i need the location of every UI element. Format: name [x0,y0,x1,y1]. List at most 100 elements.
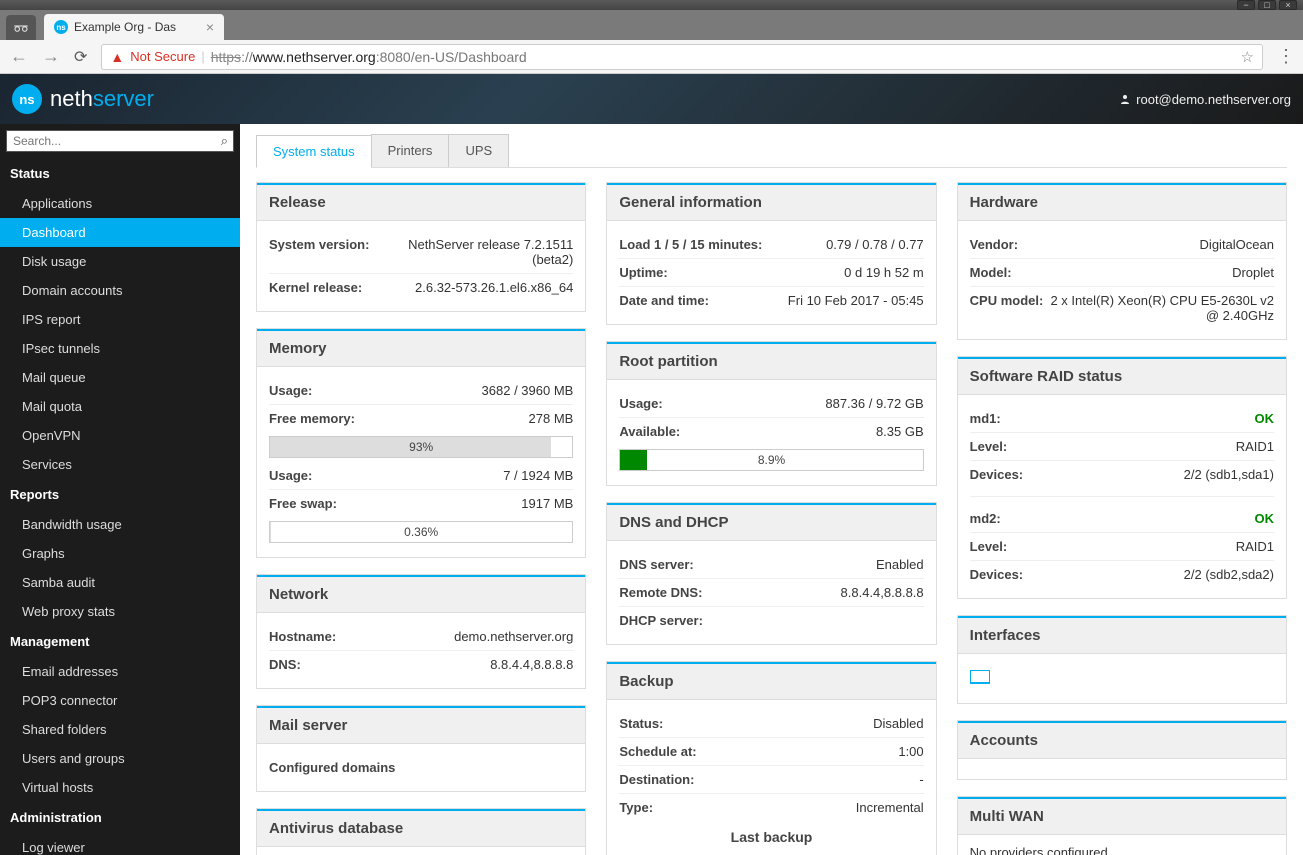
row-label: Available: [619,424,680,439]
panel-multi-wan: Multi WAN No providers configured [957,796,1287,855]
nav-item-mail-quota[interactable]: Mail quota [0,392,240,421]
browser-tab[interactable]: ns Example Org - Das × [44,14,224,40]
search-input[interactable] [6,130,234,152]
interface-icon [970,670,990,684]
info-row: DHCP server: [619,606,923,634]
panel-title: Software RAID status [958,357,1286,395]
row-value: - [919,772,923,787]
row-label: Schedule at: [619,744,696,759]
tab-system-status[interactable]: System status [256,135,372,168]
reload-button[interactable]: ⟳ [74,47,87,67]
multiwan-text: No providers configured [970,845,1274,855]
nav-item-users-and-groups[interactable]: Users and groups [0,744,240,773]
nav-item-dashboard[interactable]: Dashboard [0,218,240,247]
progress-label: 93% [270,437,572,457]
row-label: Type: [619,800,653,815]
nav-item-ips-report[interactable]: IPS report [0,305,240,334]
row-label: Usage: [269,383,312,398]
panel-backup: Backup Status: Disabled Schedule at: 1:0… [606,661,936,855]
row-value: demo.nethserver.org [454,629,573,644]
nav-item-email-addresses[interactable]: Email addresses [0,657,240,686]
panel-network: Network Hostname: demo.nethserver.org DN… [256,574,586,689]
nav-item-graphs[interactable]: Graphs [0,539,240,568]
favicon-icon: ns [54,20,68,34]
panel-hardware: Hardware Vendor: DigitalOcean Model: Dro… [957,182,1287,340]
panel-title: Root partition [607,342,935,380]
row-value: 1917 MB [521,496,573,511]
raid-status: OK [1254,511,1274,526]
nav-item-ipsec-tunnels[interactable]: IPsec tunnels [0,334,240,363]
forward-button[interactable]: → [42,46,60,67]
tab-row: System statusPrintersUPS [256,134,1287,168]
browser-menu-button[interactable]: ⋮ [1277,46,1293,67]
nav-item-mail-queue[interactable]: Mail queue [0,363,240,392]
nav-item-shared-folders[interactable]: Shared folders [0,715,240,744]
window-minimize-button[interactable]: − [1237,0,1255,10]
back-button[interactable]: ← [10,46,28,67]
panel-interfaces: Interfaces [957,615,1287,704]
row-value: 0 d 19 h 52 m [844,265,924,280]
bookmark-star-icon[interactable]: ☆ [1241,48,1254,66]
info-row: Destination: - [619,765,923,793]
info-row: Model: Droplet [970,258,1274,286]
window-maximize-button[interactable]: □ [1258,0,1276,10]
panel-title: Backup [607,662,935,700]
row-label: Vendor: [970,237,1018,252]
url-bar[interactable]: ▲ Not Secure | https://www.nethserver.or… [101,44,1263,70]
nav-category-admin: Administration [0,802,240,833]
tab-printers[interactable]: Printers [371,134,450,167]
panel-release: Release System version: NethServer relea… [256,182,586,312]
row-value: Enabled [876,557,924,572]
panel-title: Antivirus database [257,809,585,847]
info-row: Schedule at: 1:00 [619,737,923,765]
panel-mail-server: Mail server Configured domains [256,705,586,792]
progress-label: 8.9% [620,450,922,470]
row-value: 2 x Intel(R) Xeon(R) CPU E5-2630L v2 @ 2… [1043,293,1274,323]
tab-close-button[interactable]: × [206,19,214,35]
row-label: Status: [619,716,663,731]
nav-category-reports: Reports [0,479,240,510]
info-row: Status: Disabled [619,710,923,737]
info-row: Vendor: DigitalOcean [970,231,1274,258]
nav-item-log-viewer[interactable]: Log viewer [0,833,240,855]
nav-item-web-proxy-stats[interactable]: Web proxy stats [0,597,240,626]
row-value: 8.8.4.4,8.8.8.8 [490,657,573,672]
nav-item-bandwidth-usage[interactable]: Bandwidth usage [0,510,240,539]
info-row: DNS server: Enabled [619,551,923,578]
info-row: Configured domains [269,754,573,781]
row-value: 7 / 1924 MB [503,468,573,483]
row-label: Free memory: [269,411,355,426]
info-row: Remote DNS: 8.8.4.4,8.8.8.8 [619,578,923,606]
panel-root-partition: Root partition Usage: 887.36 / 9.72 GB A… [606,341,936,486]
nav-item-samba-audit[interactable]: Samba audit [0,568,240,597]
panel-raid-status: Software RAID status md1:OK Level:RAID1 … [957,356,1287,599]
tab-ups[interactable]: UPS [448,134,509,167]
search-icon[interactable]: ⌕ [221,133,228,149]
nav-item-pop3-connector[interactable]: POP3 connector [0,686,240,715]
info-row: Usage: 3682 / 3960 MB [269,377,573,404]
sidebar: ⌕ Status ApplicationsDashboardDisk usage… [0,124,240,855]
window-close-button[interactable]: × [1279,0,1297,10]
panel-dns-dhcp: DNS and DHCP DNS server: Enabled Remote … [606,502,936,645]
info-row: System version: NethServer release 7.2.1… [269,231,573,273]
panel-accounts: Accounts [957,720,1287,780]
nav-item-services[interactable]: Services [0,450,240,479]
nav-item-openvpn[interactable]: OpenVPN [0,421,240,450]
row-value: DigitalOcean [1200,237,1274,252]
info-row: Available: 8.35 GB [619,417,923,445]
row-value: 887.36 / 9.72 GB [825,396,923,411]
progress-bar: 8.9% [619,449,923,471]
logo: ns nethserver [12,84,154,114]
row-label: Configured domains [269,760,395,775]
nav-item-disk-usage[interactable]: Disk usage [0,247,240,276]
panel-title: Multi WAN [958,797,1286,835]
incognito-icon [6,15,36,40]
warning-icon: ▲ [110,49,124,65]
user-menu[interactable]: root@demo.nethserver.org [1119,92,1291,107]
nav-item-virtual-hosts[interactable]: Virtual hosts [0,773,240,802]
row-label: DNS server: [619,557,693,572]
tab-title: Example Org - Das [74,20,200,34]
nav-item-applications[interactable]: Applications [0,189,240,218]
nav-item-domain-accounts[interactable]: Domain accounts [0,276,240,305]
info-row: Hostname: demo.nethserver.org [269,623,573,650]
